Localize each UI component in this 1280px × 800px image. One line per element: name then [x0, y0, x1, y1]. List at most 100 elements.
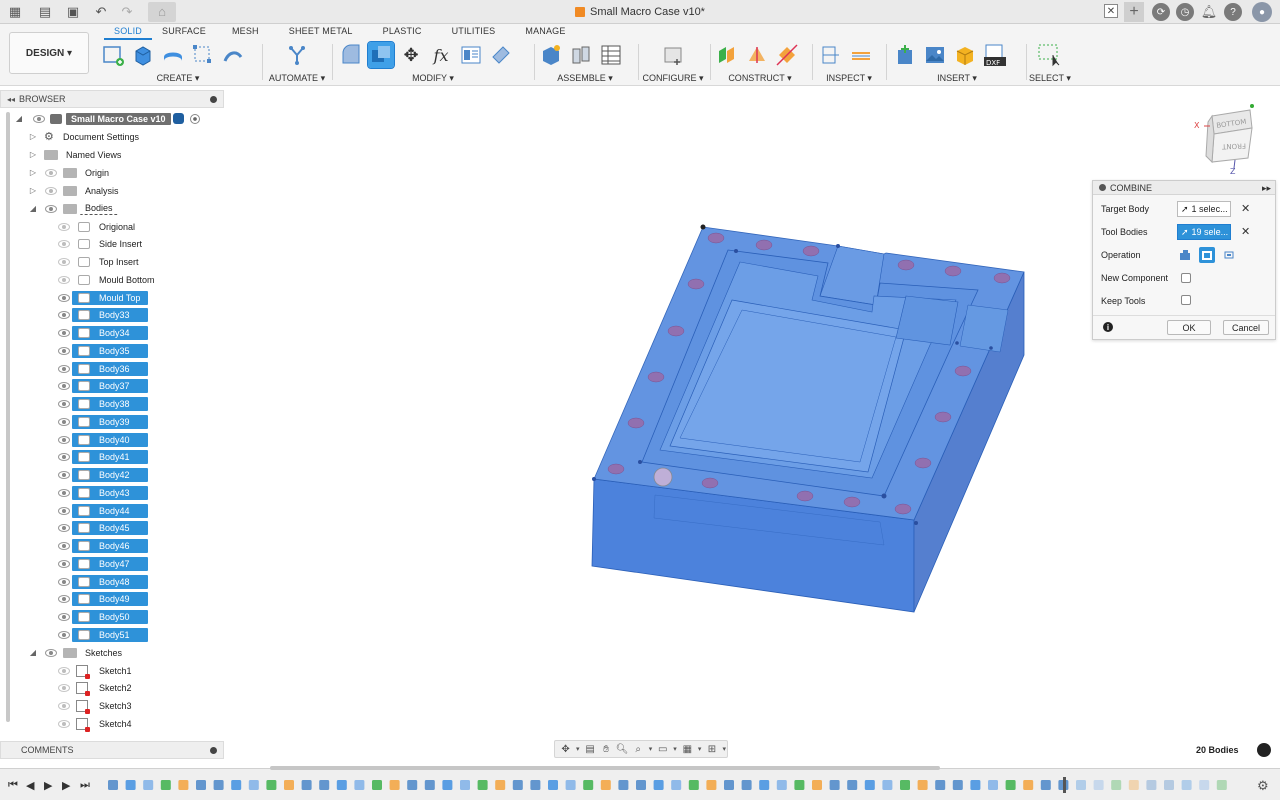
visibility-eye-icon[interactable]	[58, 275, 70, 284]
timeline-scrollbar[interactable]	[270, 766, 940, 770]
timeline-feature-icon[interactable]	[1093, 780, 1104, 790]
tab-sheet-metal[interactable]: SHEET METAL	[269, 26, 363, 40]
timeline-feature-icon[interactable]	[1005, 780, 1016, 790]
timeline-feature-icon[interactable]	[671, 780, 682, 790]
timeline-feature-icon[interactable]	[1199, 780, 1210, 790]
expand-toggle-icon[interactable]: ▷	[28, 150, 38, 159]
timeline-feature-icon[interactable]	[864, 780, 875, 790]
clear-target-icon[interactable]: ✕	[1241, 202, 1250, 215]
fit-icon[interactable]: ⌕	[632, 743, 645, 755]
timeline-feature-icon[interactable]	[389, 780, 400, 790]
browser-scrollbar[interactable]	[6, 112, 10, 722]
expand-toggle-icon[interactable]: ◢	[28, 204, 38, 213]
home-icon[interactable]: ⌂	[148, 1, 176, 22]
joint-icon[interactable]	[568, 42, 594, 68]
tab-surface[interactable]: SURFACE	[152, 26, 216, 40]
timeline-feature-icon[interactable]	[1164, 780, 1174, 790]
visibility-eye-icon[interactable]	[58, 293, 70, 302]
timeline-feature-icon[interactable]	[636, 780, 646, 790]
timeline-feature-icon[interactable]	[900, 780, 910, 790]
dropdown-arrow-icon[interactable]: ▾	[648, 743, 654, 755]
timeline-feature-icon[interactable]	[1111, 780, 1122, 790]
operation-join-icon[interactable]	[1177, 247, 1193, 263]
timeline-feature-icon[interactable]	[1040, 780, 1051, 790]
timeline-feature-icon[interactable]	[618, 780, 629, 790]
dropdown-arrow-icon[interactable]: ▾	[672, 743, 678, 755]
step-back-icon[interactable]: ◀︎	[26, 779, 34, 792]
timeline-features[interactable]	[108, 777, 1248, 793]
visibility-eye-icon[interactable]	[58, 488, 70, 497]
tab-manage[interactable]: MANAGE	[505, 26, 575, 40]
tool-bodies-field[interactable]: ➚ 19 sele...	[1177, 224, 1231, 240]
construct-menu[interactable]: CONSTRUCT ▾	[714, 73, 806, 84]
timeline-feature-icon[interactable]	[231, 780, 242, 790]
timeline-feature-icon[interactable]	[477, 780, 488, 790]
collapse-panel-icon[interactable]: ◂◂	[7, 95, 15, 104]
visibility-eye-icon[interactable]	[58, 417, 70, 426]
visibility-eye-icon[interactable]	[58, 702, 70, 710]
visibility-eye-icon[interactable]	[58, 222, 70, 231]
visibility-eye-icon[interactable]	[58, 400, 70, 408]
appearance-icon[interactable]	[488, 42, 514, 68]
timeline-feature-icon[interactable]	[847, 780, 858, 790]
play-icon[interactable]: ▶︎	[44, 779, 52, 792]
model-side-recess[interactable]	[895, 295, 959, 346]
cancel-button[interactable]: Cancel	[1223, 320, 1269, 335]
file-menu-icon[interactable]: ▤	[36, 3, 54, 21]
timeline-feature-icon[interactable]	[108, 780, 118, 790]
visibility-eye-icon[interactable]	[58, 542, 70, 550]
selection-filter-icon[interactable]	[1257, 743, 1271, 757]
timeline-feature-icon[interactable]	[794, 780, 805, 790]
pin-icon[interactable]	[210, 96, 217, 103]
operation-intersect-icon[interactable]	[1221, 247, 1237, 263]
new-tab-icon[interactable]: +	[1124, 2, 1144, 22]
expand-dialog-icon[interactable]: ▸▸	[1262, 183, 1271, 194]
insert-dxf-icon[interactable]: DXF	[982, 42, 1008, 68]
timeline-feature-icon[interactable]	[1128, 780, 1139, 790]
insert-menu[interactable]: INSERT ▾	[892, 73, 1022, 84]
zoom-icon[interactable]: 🔍︎	[616, 743, 629, 755]
help-icon[interactable]: ?	[1224, 3, 1242, 21]
expand-toggle-icon[interactable]: ▷	[28, 168, 38, 177]
revolve-icon[interactable]	[160, 42, 186, 68]
info-icon[interactable]: i	[1103, 322, 1113, 332]
configure-icon[interactable]	[660, 42, 686, 68]
visibility-eye-icon[interactable]	[58, 613, 70, 621]
visibility-eye-icon[interactable]	[58, 684, 70, 693]
timeline-feature-icon[interactable]	[336, 780, 347, 790]
keep-tools-checkbox[interactable]	[1181, 295, 1191, 305]
timeline-feature-icon[interactable]	[442, 780, 453, 790]
visibility-eye-icon[interactable]	[58, 329, 70, 337]
new-sketch-icon[interactable]	[100, 42, 126, 68]
redo-icon[interactable]: ↷	[118, 3, 136, 21]
orbit-icon[interactable]: ✥	[559, 743, 572, 755]
timeline-feature-icon[interactable]	[970, 780, 981, 790]
assemble-menu[interactable]: ASSEMBLE ▾	[538, 73, 632, 84]
visibility-eye-icon[interactable]	[58, 506, 70, 515]
browser-panel-header[interactable]: ◂◂ BROWSER	[0, 90, 224, 108]
display-settings-icon[interactable]: ▭	[656, 743, 669, 755]
activate-icon[interactable]	[173, 113, 184, 124]
expand-toggle-icon[interactable]: ▷	[28, 186, 38, 195]
axis-icon[interactable]	[774, 42, 800, 68]
new-component-icon[interactable]	[538, 42, 564, 68]
select-icon[interactable]	[1037, 42, 1063, 68]
grid-snap-icon[interactable]: ▦	[681, 743, 694, 755]
visibility-eye-icon[interactable]	[58, 524, 70, 533]
timeline-settings-icon[interactable]: ⚙	[1257, 778, 1269, 794]
tab-mesh[interactable]: MESH	[216, 26, 269, 40]
timeline-feature-icon[interactable]	[530, 780, 541, 790]
offset-plane-icon[interactable]	[714, 42, 740, 68]
timeline-feature-icon[interactable]	[812, 780, 822, 790]
visibility-eye-icon[interactable]	[33, 114, 45, 123]
timeline-feature-icon[interactable]	[284, 780, 294, 790]
timeline-feature-icon[interactable]	[565, 780, 576, 790]
tab-solid[interactable]: SOLID	[104, 26, 153, 40]
press-pull-icon[interactable]	[338, 42, 364, 68]
user-avatar[interactable]: ●	[1252, 2, 1272, 22]
configure-menu[interactable]: CONFIGURE ▾	[642, 73, 704, 84]
timeline-feature-icon[interactable]	[724, 780, 734, 790]
timeline-feature-icon[interactable]	[196, 780, 206, 790]
table-icon[interactable]	[458, 42, 484, 68]
pan-icon[interactable]: ✋︎	[600, 743, 613, 755]
